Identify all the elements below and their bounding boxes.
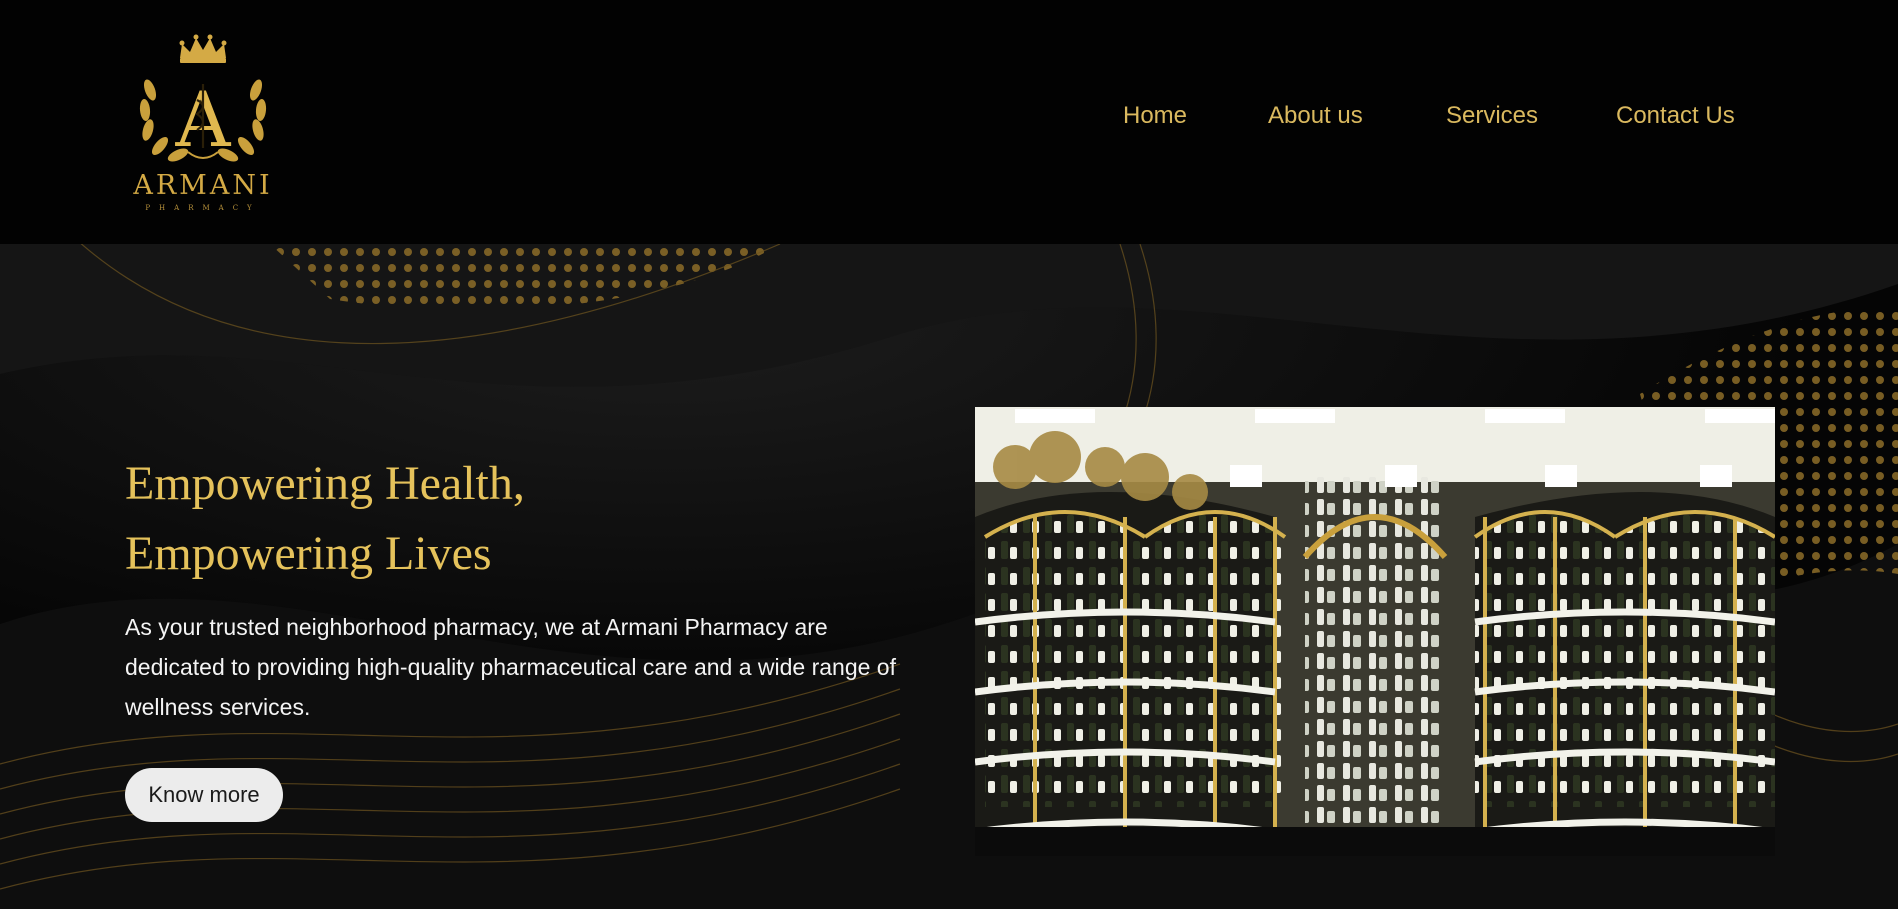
brand-tagline: PHARMACY [145,204,261,212]
brand-logo[interactable]: A ARMANI PHARMACY [128,30,278,215]
crown-laurel-caduceus-icon: A [139,34,267,164]
hero-section: Empowering Health, Empowering Lives As y… [0,244,1898,909]
site-header: A ARMANI PHARMACY Home About us Services… [0,0,1898,244]
nav-contact-us[interactable]: Contact Us [1616,102,1735,130]
know-more-button[interactable]: Know more [125,768,283,822]
hero-intro-text: As your trusted neighborhood pharmacy, w… [125,614,896,720]
hero-headline: Empowering Health, Empowering Lives [125,457,525,580]
nav-home[interactable]: Home [1123,102,1187,130]
pharmacy-shelves-photo [975,407,1775,856]
brand-name: ARMANI [133,170,273,201]
nav-about-us[interactable]: About us [1268,102,1363,130]
nav-services[interactable]: Services [1446,102,1538,130]
